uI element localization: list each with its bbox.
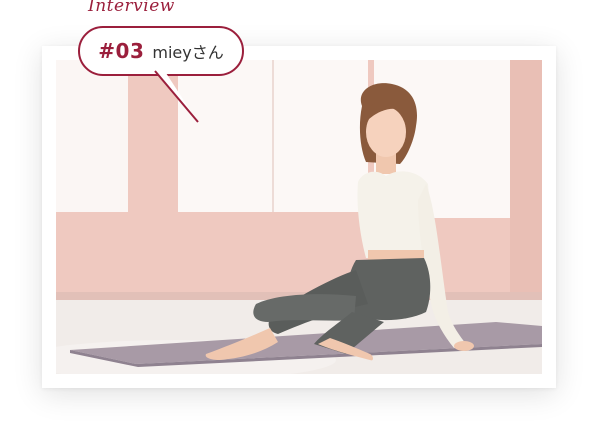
interview-number-badge: #03 mieyさん (78, 26, 244, 76)
interview-heading: Interview (88, 0, 175, 16)
photo-frame (42, 46, 556, 388)
interview-number: #03 (98, 39, 145, 63)
interviewee-name: mieyさん (152, 43, 224, 62)
interview-photo (56, 60, 542, 374)
speech-tail-icon (154, 70, 199, 123)
